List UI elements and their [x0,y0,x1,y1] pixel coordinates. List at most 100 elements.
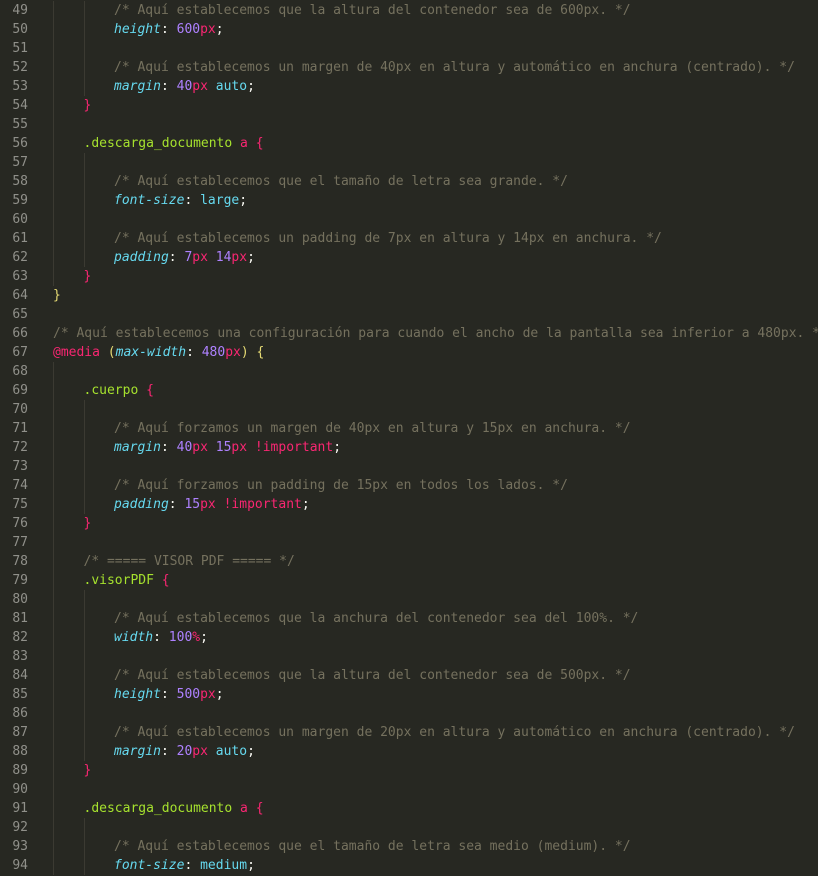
code-line[interactable]: 52 /* Aquí establecemos un margen de 40px… [0,58,818,77]
indent-guide [53,362,54,381]
code-token: 14 [215,250,232,265]
code-line[interactable]: 49 /* Aquí establecemos que la altura del… [0,1,818,20]
code-line[interactable]: 57 [0,153,818,172]
line-number: 87 [12,725,28,740]
code-token: max-width [115,345,187,360]
code-text: .visorPDF { [84,571,170,590]
code-line[interactable]: 68 [0,362,818,381]
code-line[interactable]: 86 [0,704,818,723]
code-token: px [231,250,248,265]
code-line[interactable]: 70 [0,400,818,419]
line-number: 71 [12,421,28,436]
code-line[interactable]: 85 height: 500px; [0,685,818,704]
code-token: 40 [176,79,193,94]
code-text: height: 500px; [114,685,224,704]
code-text: padding: 7px 14px; [114,248,255,267]
indent-guide [53,590,54,609]
code-line[interactable]: 64} [0,286,818,305]
code-line[interactable]: 84 /* Aquí establecemos que la altura del… [0,666,818,685]
indent-guide [83,248,85,267]
code-line[interactable]: 74 /* Aquí forzamos un padding de 15px en… [0,476,818,495]
line-number: 73 [12,459,28,474]
code-text: } [53,286,61,305]
code-token: px [192,250,208,265]
code-line[interactable]: 63} [0,267,818,286]
code-text: height: 600px; [114,20,224,39]
line-number: 86 [12,706,28,721]
indent-guide [83,229,85,248]
code-token: : [168,250,185,265]
code-editor[interactable]: 49 /* Aquí establecemos que la altura del… [0,0,818,876]
code-line[interactable]: 62 padding: 7px 14px; [0,248,818,267]
line-number: 83 [12,649,28,664]
indent-guide [83,723,85,742]
indent-guide [53,704,54,723]
code-line[interactable]: 92 [0,818,818,837]
code-line[interactable]: 54} [0,96,818,115]
code-line[interactable]: 93 /* Aquí establecemos que el tamaño de … [0,837,818,856]
code-line[interactable]: 91 .descarga_documento a { [0,799,818,818]
code-line[interactable]: 55 [0,115,818,134]
line-number: 94 [12,858,28,873]
code-line[interactable]: 90 [0,780,818,799]
code-token: } [83,763,92,778]
indent-guide [53,1,54,20]
code-line[interactable]: 79 .visorPDF { [0,571,818,590]
code-line[interactable]: 76} [0,514,818,533]
code-line[interactable]: 80 [0,590,818,609]
line-number: 93 [12,839,28,854]
code-token: % [192,630,201,645]
code-token: ; [333,440,342,455]
code-token: !important [254,440,334,455]
code-token: font-size [114,193,185,208]
code-line[interactable]: 75 padding: 15px !important; [0,495,818,514]
code-line[interactable]: 88 margin: 20px auto; [0,742,818,761]
code-line[interactable]: 87 /* Aquí establecemos un margen de 20px… [0,723,818,742]
indent-guide [53,837,54,856]
code-line[interactable]: 60 [0,210,818,229]
code-line[interactable]: 72 margin: 40px 15px !important; [0,438,818,457]
code-line[interactable]: 53 margin: 40px auto; [0,77,818,96]
code-line[interactable]: 78 /* ===== VISOR PDF ===== */ [0,552,818,571]
code-line[interactable]: 82 width: 100%; [0,628,818,647]
code-token: 100 [168,630,193,645]
code-token: : [160,687,177,702]
code-line[interactable]: 73 [0,457,818,476]
code-line[interactable]: 50 height: 600px; [0,20,818,39]
code-token: a [240,136,248,151]
indent-guide [53,628,54,647]
code-line[interactable]: 71 /* Aquí forzamos un margen de 40px en … [0,419,818,438]
code-line[interactable]: 61 /* Aquí establecemos un padding de 7px… [0,229,818,248]
code-line[interactable]: 56 .descarga_documento a { [0,134,818,153]
line-number: 82 [12,630,28,645]
code-line[interactable]: 81 /* Aquí establecemos que la anchura de… [0,609,818,628]
indent-guide [53,153,54,172]
code-text: font-size: medium; [114,856,255,875]
code-token: /* Aquí establecemos que la altura del c… [114,3,631,18]
code-line[interactable]: 89} [0,761,818,780]
indent-guide [83,438,85,457]
code-line[interactable]: 51 [0,39,818,58]
code-line[interactable]: 67 @media (max-width: 480px) { [0,343,818,362]
indent-guide [53,267,54,286]
indent-guide [53,761,54,780]
code-line[interactable]: 66 /* Aquí establecemos una configuración… [0,324,818,343]
code-line[interactable]: 94 font-size: medium; [0,856,818,875]
code-line[interactable]: 59 font-size: large; [0,191,818,210]
code-line[interactable]: 77 [0,533,818,552]
line-number: 70 [12,402,28,417]
code-token: a [240,801,248,816]
indent-guide [83,628,85,647]
indent-guide [83,1,85,20]
code-line[interactable]: 65 [0,305,818,324]
code-line[interactable]: 83 [0,647,818,666]
code-token: : [186,345,202,360]
code-line[interactable]: 69 .cuerpo { [0,381,818,400]
code-token: ; [215,687,224,702]
code-token: { [255,801,264,816]
code-line[interactable]: 58 /* Aquí establecemos que el tamaño de … [0,172,818,191]
